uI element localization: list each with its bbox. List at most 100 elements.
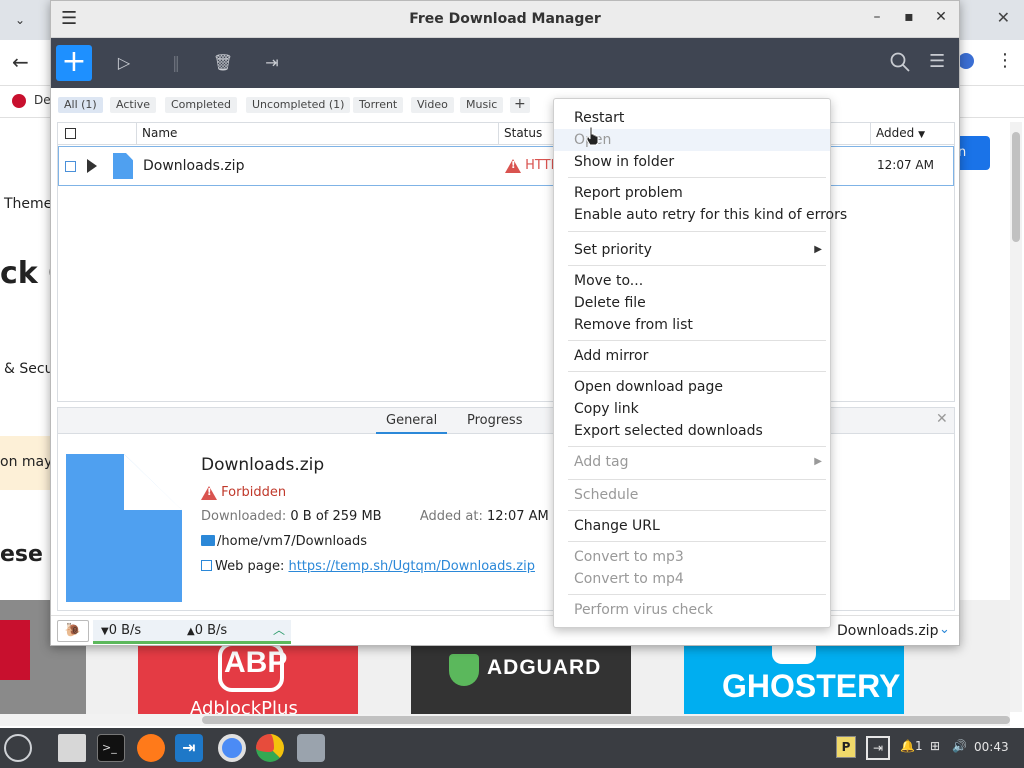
filter-all[interactable]: All (1) xyxy=(58,97,103,113)
menu-separator xyxy=(568,541,826,542)
tray-p-icon[interactable]: P xyxy=(836,736,856,758)
column-divider xyxy=(136,123,137,145)
web-banner-text: on may xyxy=(0,454,53,470)
trash-icon[interactable]: 🗑 xyxy=(212,52,234,74)
fdm-taskbar-icon[interactable]: ⇥ xyxy=(175,734,203,762)
browser-vertical-scrollbar[interactable] xyxy=(1010,122,1022,712)
downloaded-label: Downloaded: xyxy=(201,509,287,524)
menu-separator xyxy=(568,265,826,266)
add-tag-label: Add tag xyxy=(574,454,629,470)
browser-menu-icon[interactable]: ⋮ xyxy=(996,50,1014,71)
column-status[interactable]: Status xyxy=(504,126,542,140)
extension-tile-adguard[interactable]: ADGUARD xyxy=(411,646,631,714)
start-menu-icon[interactable] xyxy=(4,734,32,762)
column-added-label: Added xyxy=(876,126,915,140)
filter-torrent[interactable]: Torrent xyxy=(353,97,404,113)
menu-item-add-tag[interactable]: Add tag ▶ xyxy=(554,451,830,473)
row-checkbox[interactable] xyxy=(65,161,76,172)
details-file-name: Downloads.zip xyxy=(201,455,325,475)
adguard-logo-text: ADGUARD xyxy=(487,656,602,679)
menu-item-change-url[interactable]: Change URL xyxy=(554,515,830,537)
menu-item-schedule[interactable]: Schedule xyxy=(554,484,830,506)
column-added[interactable]: Added ▼ xyxy=(876,126,925,140)
add-download-button[interactable]: + xyxy=(56,45,92,81)
maximize-icon[interactable]: ▪ xyxy=(899,9,919,25)
filter-video[interactable]: Video xyxy=(411,97,454,113)
search-icon[interactable] xyxy=(889,51,911,73)
minimize-icon[interactable]: – xyxy=(867,9,887,25)
menu-item-move-to[interactable]: Move to... xyxy=(554,270,830,292)
horizontal-scroll-thumb[interactable] xyxy=(202,716,1010,724)
extension-tile-adblockplus[interactable]: ABP AdblockPlus xyxy=(138,646,358,714)
tab-list-chevron-icon[interactable]: ⌄ xyxy=(10,10,30,30)
file-manager-icon[interactable] xyxy=(58,734,86,762)
tray-fdm-icon[interactable]: ⇥ xyxy=(866,736,890,760)
chromium-icon[interactable] xyxy=(218,734,246,762)
close-details-icon[interactable]: ✕ xyxy=(936,411,948,427)
browser-back-icon[interactable]: ← xyxy=(12,50,29,74)
down-arrow-icon: ▼ xyxy=(101,626,109,637)
chevron-down-icon[interactable]: ⌄ xyxy=(939,622,950,637)
menu-item-report-problem[interactable]: Report problem xyxy=(554,182,830,204)
clock[interactable]: 00:43 xyxy=(974,740,1009,754)
volume-icon[interactable]: 🔊 xyxy=(952,739,967,753)
notification-count: 1 xyxy=(914,739,923,753)
row-file-name: Downloads.zip xyxy=(143,158,245,174)
menu-item-add-mirror[interactable]: Add mirror xyxy=(554,345,830,367)
browser-horizontal-scrollbar[interactable] xyxy=(0,714,1010,726)
firefox-icon[interactable] xyxy=(137,734,165,762)
filter-music[interactable]: Music xyxy=(460,97,504,113)
chrome-icon[interactable] xyxy=(256,734,284,762)
play-icon[interactable]: ▷ xyxy=(113,52,135,74)
add-filter-button[interactable]: + xyxy=(510,97,530,113)
bookmark-label[interactable]: De xyxy=(34,93,51,107)
webpage-link[interactable]: https://temp.sh/Ugtqm/Downloads.zip xyxy=(288,559,535,574)
select-all-checkbox[interactable] xyxy=(65,128,76,139)
snail-mode-icon[interactable]: 🐌 xyxy=(57,620,89,642)
menu-item-remove-from-list[interactable]: Remove from list xyxy=(554,314,830,336)
main-menu-icon[interactable]: ☰ xyxy=(929,51,945,72)
notification-icon[interactable]: 🔔1 xyxy=(900,739,923,753)
chevron-up-icon[interactable]: ︿ xyxy=(273,621,285,638)
network-icon[interactable]: ⊞ xyxy=(930,739,940,753)
speed-indicator[interactable]: ▼0 B/s ▲0 B/s ︿ xyxy=(93,620,291,644)
abp-logo-text: ABP xyxy=(224,646,288,679)
warning-icon xyxy=(201,485,217,500)
menu-separator xyxy=(568,594,826,595)
filter-active[interactable]: Active xyxy=(110,97,157,113)
extension-tile-ghostery[interactable]: GHOSTERY xyxy=(684,646,904,714)
downloaded-value: 0 B of 259 MB xyxy=(290,509,382,524)
filter-uncompleted[interactable]: Uncompleted (1) xyxy=(246,97,351,113)
close-icon[interactable]: ✕ xyxy=(931,9,951,25)
profile-avatar-icon[interactable] xyxy=(958,53,974,69)
downloaded-line: Downloaded: 0 B of 259 MB Added at: 12:0… xyxy=(201,509,549,524)
menu-item-virus-check[interactable]: Perform virus check xyxy=(554,599,830,621)
expand-triangle-icon[interactable] xyxy=(87,159,97,173)
column-name[interactable]: Name xyxy=(142,126,177,140)
menu-item-convert-mp3[interactable]: Convert to mp3 xyxy=(554,546,830,568)
folder-move-icon[interactable]: ⇥ xyxy=(261,52,283,74)
menu-item-copy-link[interactable]: Copy link xyxy=(554,398,830,420)
menu-item-convert-mp4[interactable]: Convert to mp4 xyxy=(554,568,830,590)
hand-cursor-icon xyxy=(586,126,599,146)
menu-item-show-in-folder[interactable]: Show in folder xyxy=(554,151,830,173)
browser-window-close-icon[interactable]: ✕ xyxy=(997,8,1010,27)
download-path[interactable]: /home/vm7/Downloads xyxy=(217,534,367,549)
menu-item-open-download-page[interactable]: Open download page xyxy=(554,376,830,398)
menu-item-auto-retry[interactable]: Enable auto retry for this kind of error… xyxy=(554,204,847,226)
path-line[interactable]: /home/vm7/Downloads xyxy=(201,534,367,549)
menu-item-delete-file[interactable]: Delete file xyxy=(554,292,830,314)
vertical-scroll-thumb[interactable] xyxy=(1012,132,1020,242)
tab-general[interactable]: General xyxy=(376,413,448,434)
pause-icon[interactable]: ‖ xyxy=(165,52,187,74)
tab-progress[interactable]: Progress xyxy=(467,413,522,428)
plus-icon: + xyxy=(61,44,87,79)
terminal-icon[interactable]: >_ xyxy=(97,734,125,762)
column-divider xyxy=(498,123,499,145)
filter-completed[interactable]: Completed xyxy=(165,97,237,113)
scanner-icon[interactable] xyxy=(297,734,325,762)
web-blue-button[interactable]: n xyxy=(956,136,990,170)
menu-item-set-priority[interactable]: Set priority ▶ xyxy=(554,239,830,261)
submenu-arrow-icon: ▶ xyxy=(814,456,822,467)
menu-item-export-selected[interactable]: Export selected downloads xyxy=(554,420,830,442)
